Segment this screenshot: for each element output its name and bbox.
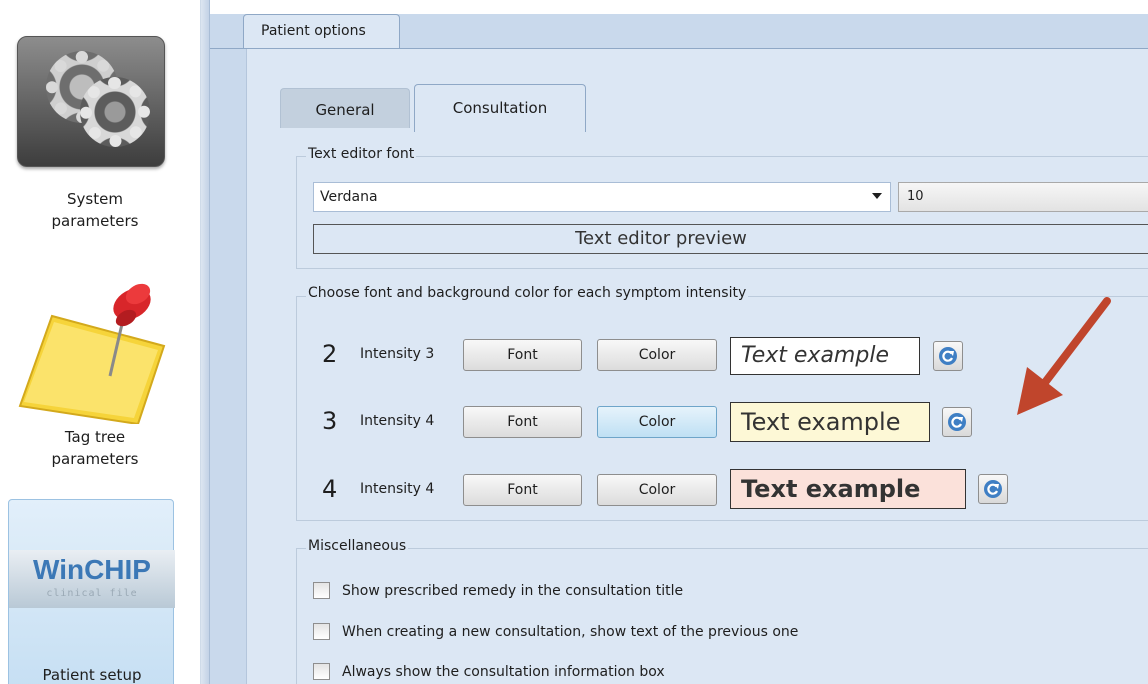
font-button[interactable]: Font	[463, 474, 582, 506]
show-info-box-checkbox[interactable]	[313, 663, 330, 680]
sidebar-item-tag-tree-parameters[interactable]: Tag tree parameters	[0, 270, 190, 480]
winchip-logo: WinCHIP clinical file	[9, 550, 175, 608]
color-button[interactable]: Color	[597, 474, 717, 506]
font-family-value: Verdana	[320, 189, 378, 205]
reset-button[interactable]	[978, 474, 1008, 504]
checkbox-label: Always show the consultation information…	[342, 664, 665, 680]
text-editor-preview: Text editor preview	[313, 224, 1148, 254]
panel-splitter[interactable]	[200, 0, 210, 684]
font-family-select[interactable]: Verdana	[313, 182, 891, 212]
tab-patient-options[interactable]: Patient options	[243, 14, 400, 48]
intensity-label: Intensity 3	[360, 346, 435, 362]
sidebar-item-label: Patient setup	[42, 666, 142, 684]
checkbox-label: When creating a new consultation, show t…	[342, 624, 799, 640]
intensity-label: Intensity 4	[360, 481, 435, 497]
font-button[interactable]: Font	[463, 339, 582, 371]
show-remedy-checkbox[interactable]	[313, 582, 330, 599]
group-title: Text editor font	[306, 146, 417, 162]
show-previous-text-checkbox-row[interactable]: When creating a new consultation, show t…	[313, 621, 1013, 643]
sidebar-item-system-parameters[interactable]: System parameters	[0, 0, 190, 250]
font-size-select[interactable]: 10	[898, 182, 1148, 212]
show-info-box-checkbox-row[interactable]: Always show the consultation information…	[313, 661, 1013, 683]
intensity-number: 4	[322, 475, 338, 503]
reset-button[interactable]	[942, 407, 972, 437]
text-example: Text example	[730, 402, 930, 442]
reset-button[interactable]	[933, 341, 963, 371]
logo-subtitle: clinical file	[46, 588, 138, 599]
intensity-label: Intensity 4	[360, 413, 435, 429]
show-previous-text-checkbox[interactable]	[313, 623, 330, 640]
color-button[interactable]: Color	[597, 406, 717, 438]
sidebar-item-patient-setup[interactable]: WinCHIP clinical file Patient setup	[8, 499, 175, 684]
sidebar: System parameters Tag tree parameters Wi…	[0, 0, 190, 684]
group-title: Choose font and background color for eac…	[306, 285, 749, 301]
pushpin-note-icon	[18, 283, 166, 424]
annotation-arrow-icon	[1017, 297, 1111, 415]
intensity-number: 3	[322, 407, 338, 435]
gear-icon	[17, 36, 165, 167]
sidebar-item-label: Tag tree parameters	[51, 428, 139, 468]
group-title: Miscellaneous	[306, 538, 409, 554]
chevron-down-icon	[872, 193, 882, 199]
show-remedy-checkbox-row[interactable]: Show prescribed remedy in the consultati…	[313, 580, 1013, 602]
checkbox-label: Show prescribed remedy in the consultati…	[342, 583, 684, 599]
text-example: Text example	[730, 337, 920, 375]
intensity-number: 2	[322, 340, 338, 368]
refresh-icon	[984, 480, 1002, 498]
font-button[interactable]: Font	[463, 406, 582, 438]
refresh-icon	[948, 413, 966, 431]
text-example: Text example	[730, 469, 966, 509]
logo-title: WinCHIP	[33, 554, 151, 585]
color-button[interactable]: Color	[597, 339, 717, 371]
refresh-icon	[939, 347, 957, 365]
tab-consultation[interactable]: Consultation	[414, 84, 586, 132]
font-size-value: 10	[907, 189, 924, 204]
sidebar-item-label: System parameters	[51, 190, 139, 230]
tab-general[interactable]: General	[280, 88, 410, 128]
